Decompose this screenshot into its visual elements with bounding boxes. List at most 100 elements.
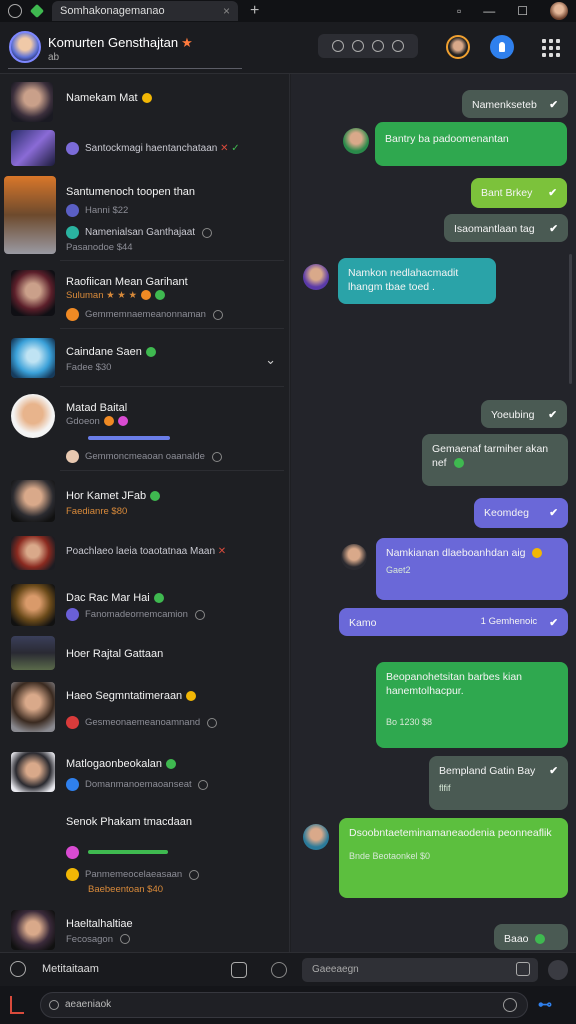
app-logo-icon <box>29 3 45 19</box>
tab-close-icon[interactable]: × <box>223 4 230 18</box>
message-bubble[interactable]: Gemaenaf tarmiher akan nef <box>422 434 568 486</box>
emoji-icon <box>140 290 151 301</box>
clock-icon[interactable] <box>352 40 364 52</box>
notification-icon[interactable] <box>490 35 514 59</box>
message-bubble[interactable]: Namenkseteb ✔ <box>462 90 568 118</box>
message-text: Baao <box>504 933 529 945</box>
browser-tab[interactable]: Somhakonagemanao × <box>52 1 238 21</box>
user-avatar-button[interactable] <box>446 35 470 59</box>
message-bubble[interactable]: Beopanohetsitan barbes kian hanemtolhacp… <box>376 662 568 748</box>
list-item[interactable]: Matad Baital Gdoeon Gemmoncmeaoan oaanal… <box>0 392 288 466</box>
apps-grid-icon[interactable] <box>542 39 560 57</box>
emoji-icon <box>150 491 161 502</box>
message-bubble[interactable]: Isaomantlaan tag ✔ <box>444 214 568 242</box>
message-bubble[interactable]: Yoeubing ✔ <box>481 400 567 428</box>
search-input[interactable]: aeaeniaok <box>40 992 528 1018</box>
contact-meta: Gesmeonaemeanoamnand <box>85 717 201 729</box>
message-meta: flfif <box>439 783 451 794</box>
menu-icon[interactable] <box>10 961 26 977</box>
message-bubble[interactable]: Dsoobntaeteminamaneaodenia peonneaflik B… <box>339 818 568 898</box>
close-icon[interactable]: ✕ <box>218 546 226 557</box>
contact-avatar <box>4 176 56 254</box>
message-bubble[interactable]: Kamo ✔ 1 Gemhenoic <box>339 608 568 636</box>
sender-avatar[interactable] <box>341 544 367 570</box>
timer-icon <box>198 779 209 790</box>
contact-meta: Fadee $30 <box>66 362 112 373</box>
contact-meta: Faedianre $80 <box>66 506 128 517</box>
attach-icon[interactable] <box>231 962 247 978</box>
settings-icon[interactable] <box>372 40 384 52</box>
list-item[interactable]: Poachlaeo laeia toaotatnaa Maan ✕ <box>0 534 288 574</box>
message-text: Gemaenaf tarmiher akan nef <box>432 443 549 470</box>
list-item[interactable]: Santockmagi haentanchataan ✕ ✓ <box>0 130 288 168</box>
send-icon[interactable] <box>516 962 530 976</box>
contact-avatar <box>11 910 55 950</box>
message-text: Bempland Gatin Bay <box>439 765 536 777</box>
timer-icon <box>119 934 130 945</box>
divider <box>60 386 284 387</box>
sender-avatar[interactable] <box>303 264 329 290</box>
status-icon <box>66 308 79 321</box>
link-icon[interactable]: ⊷ <box>538 996 568 1014</box>
chevron-down-icon[interactable]: ⌄ <box>265 352 276 368</box>
list-item[interactable]: Haeltalhaltiae Fecosagon <box>0 906 288 950</box>
contact-name: Poachlaeo laeia toaotatnaa Maan <box>66 546 216 557</box>
message-bubble[interactable]: Bant Brkey ✔ <box>471 178 567 208</box>
message-input[interactable]: Gaeeaegn <box>302 958 538 982</box>
list-item[interactable]: Hoer Rajtal Gattaan <box>0 636 288 674</box>
message-text: Namkianan dlaeboanhdan aig <box>386 547 526 559</box>
contact-meta: Gdoeon <box>66 416 100 427</box>
message-bubble[interactable]: Namkianan dlaeboanhdan aig Gaet2 <box>376 538 568 600</box>
message-bubble[interactable]: Keomdeg ✔ <box>474 498 568 528</box>
emoji-icon <box>117 416 128 427</box>
contact-avatar <box>11 480 55 522</box>
window-restore-button[interactable]: — <box>483 4 495 18</box>
list-item[interactable]: Dac Rac Mar Hai Fanomadeornemcamion <box>0 582 288 630</box>
list-item[interactable]: Hor Kamet JFab Faedianre $80 <box>0 478 288 526</box>
sender-avatar[interactable] <box>343 128 369 154</box>
window-minimize-button[interactable]: ▫ <box>457 4 461 18</box>
list-item[interactable]: Haeo Segmntatimeraan Gesmeonaemeanoamnan… <box>0 680 288 744</box>
status-icon <box>66 608 79 621</box>
contact-name: Hoer Rajtal Gattaan <box>66 648 164 660</box>
divider <box>60 470 284 471</box>
sender-avatar[interactable] <box>303 824 329 850</box>
contact-name: Haeo Segmntatimeraan <box>66 690 183 702</box>
contact-name: Namekam Mat <box>66 92 138 104</box>
message-meta: Gaet2 <box>386 565 411 576</box>
close-icon[interactable]: ✕ <box>220 143 228 154</box>
scrollbar[interactable] <box>569 254 572 384</box>
list-item[interactable]: Raofiican Mean Garihant Suluman ★ ★ ★ Ge… <box>0 268 288 326</box>
chat-icon[interactable] <box>332 40 344 52</box>
header-actions-pill <box>318 34 418 58</box>
conversation-subtitle: ab <box>48 52 60 63</box>
list-item[interactable]: Namekam Mat <box>0 80 288 126</box>
list-item[interactable]: Matlogaonbeokalan Domanmanoemaoanseat <box>0 750 288 800</box>
profile-avatar[interactable] <box>550 2 568 20</box>
composer-left-label[interactable]: Metitaitaam <box>42 963 99 975</box>
message-bubble[interactable]: Bantry ba padoomenantan <box>375 122 567 166</box>
contact-avatar <box>11 636 55 670</box>
message-bubble[interactable]: Namkon nedlahacmadit lhangm tbae toed . <box>338 258 496 304</box>
read-check-icon: ✔ <box>549 223 558 235</box>
sidebar-toggle-icon[interactable] <box>10 996 24 1014</box>
window-maximize-button[interactable]: ☐ <box>517 4 528 18</box>
conversation-avatar[interactable] <box>9 31 41 63</box>
timer-icon <box>201 227 212 238</box>
read-check-icon: ✔ <box>549 99 558 111</box>
alert-icon[interactable] <box>392 40 404 52</box>
list-item[interactable]: Caindane Saen Fadee $30 ⌄ <box>0 336 288 384</box>
message-bubble[interactable]: Bempland Gatin Bay ✔ flfif <box>429 756 568 810</box>
clear-icon[interactable] <box>503 998 517 1012</box>
voice-icon[interactable] <box>548 960 568 980</box>
contact-avatar <box>11 130 55 166</box>
message-bubble[interactable]: Baao <box>494 924 568 950</box>
app-menu-icon[interactable] <box>8 4 22 18</box>
list-item[interactable]: Santumenoch toopen than Hanni $22 Nameni… <box>0 176 288 256</box>
emoji-picker-icon[interactable] <box>271 962 287 978</box>
new-tab-button[interactable]: + <box>250 2 259 20</box>
list-item[interactable]: Senok Phakam tmacdaan Panmemeocelaeasaan… <box>0 810 288 900</box>
contact-avatar <box>11 394 55 438</box>
emoji-icon <box>535 934 546 945</box>
contact-meta: Fanomadeornemcamion <box>85 609 188 621</box>
